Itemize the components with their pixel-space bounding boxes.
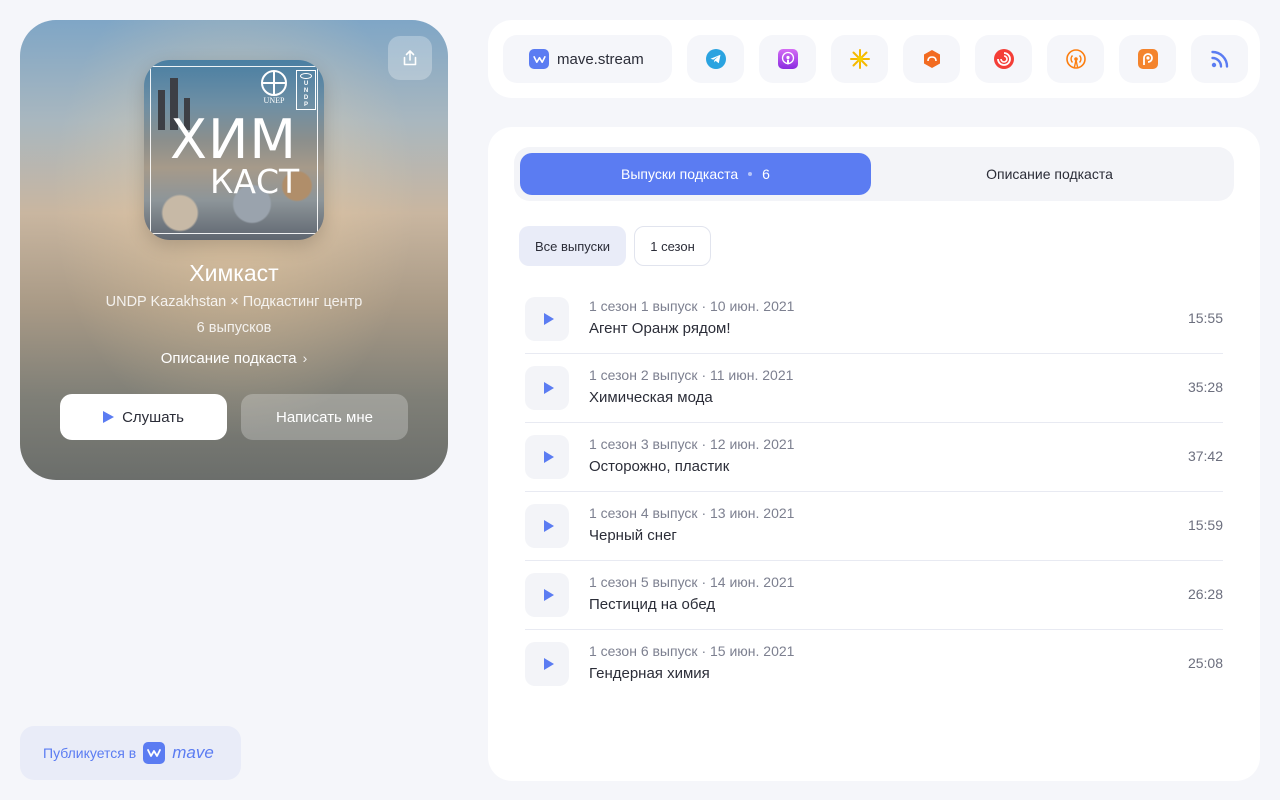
pocket-casts-icon (993, 49, 1014, 69)
episode-meta: 1 сезон 5 выпуск · 14 июн. 2021 (589, 574, 795, 590)
cover-title-line2: КАСТ (210, 162, 300, 201)
episode-duration: 15:59 (1187, 517, 1223, 533)
episode-play-button[interactable] (525, 366, 569, 410)
write-me-button-label: Написать мне (276, 408, 373, 426)
soundstream-icon (923, 50, 940, 68)
description-link-label: Описание подкаста (160, 350, 297, 367)
podcast-title: Химкаст (189, 260, 279, 286)
yandex-music-icon (849, 49, 870, 69)
episode-play-button[interactable] (525, 297, 569, 341)
episode-title: Гендерная химия (589, 665, 710, 682)
listen-button-label: Слушать (122, 408, 184, 426)
overcast-icon (1065, 49, 1086, 69)
published-in-mave-badge[interactable]: Публикуется в mave (20, 726, 241, 780)
share-button[interactable] (388, 36, 432, 80)
episode-play-button[interactable] (525, 573, 569, 617)
pocket-casts-link[interactable] (975, 35, 1032, 83)
play-icon (103, 411, 115, 423)
tab-description-label: Описание подкаста (986, 166, 1113, 182)
episode-play-button[interactable] (525, 435, 569, 479)
play-icon (543, 589, 554, 601)
separator-dot (748, 172, 753, 176)
mave-brand-text: mave (172, 743, 214, 762)
episode-meta: 1 сезон 3 выпуск · 12 июн. 2021 (589, 436, 795, 452)
podcast-cover: UNEP U N D P ХИМ КАСТ (144, 60, 324, 240)
tab-episodes-count: 6 (762, 166, 770, 182)
overcast-link[interactable] (1047, 35, 1104, 83)
play-icon (543, 382, 554, 394)
podcast-addict-icon (1137, 49, 1158, 69)
write-me-button[interactable]: Написать мне (241, 394, 408, 440)
podcast-addict-link[interactable] (1119, 35, 1176, 83)
chevron-right-icon: › (302, 350, 308, 366)
episode-row[interactable]: 1 сезон 1 выпуск · 10 июн. 2021 Агент Ор… (525, 285, 1223, 354)
telegram-icon (705, 49, 726, 69)
episode-row[interactable]: 1 сезон 6 выпуск · 15 июн. 2021 Гендерна… (525, 630, 1223, 699)
filter-season-1[interactable]: 1 сезон (634, 226, 711, 266)
tab-episodes-label: Выпуски подкаста (621, 166, 739, 182)
episode-title: Черный снег (589, 527, 677, 544)
episode-play-button[interactable] (525, 642, 569, 686)
telegram-link[interactable] (687, 35, 744, 83)
episode-duration: 26:28 (1187, 586, 1223, 602)
mave-stream-link[interactable]: mave.stream (503, 35, 672, 83)
panel-tabs: Выпуски подкаста 6 Описание подкаста (514, 147, 1234, 201)
mave-logo-icon (143, 742, 166, 764)
episode-title: Пестицид на обед (589, 596, 716, 613)
episode-duration: 15:55 (1187, 310, 1223, 326)
filter-all-episodes[interactable]: Все выпуски (519, 226, 626, 266)
episode-row[interactable]: 1 сезон 5 выпуск · 14 июн. 2021 Пестицид… (525, 561, 1223, 630)
episode-meta: 1 сезон 2 выпуск · 11 июн. 2021 (589, 367, 794, 383)
episode-row[interactable]: 1 сезон 3 выпуск · 12 июн. 2021 Осторожн… (525, 423, 1223, 492)
episode-duration: 25:08 (1187, 655, 1223, 671)
podcast-card: UNEP U N D P ХИМ КАСТ Химкаст UNDP Kazak… (20, 20, 448, 480)
undp-logo: U N D P (296, 70, 316, 110)
rss-icon (1210, 50, 1228, 68)
episode-row[interactable]: 1 сезон 2 выпуск · 11 июн. 2021 Химическ… (525, 354, 1223, 423)
episode-list: 1 сезон 1 выпуск · 10 июн. 2021 Агент Ор… (525, 285, 1223, 699)
play-icon (543, 451, 554, 463)
episode-count: 6 выпусков (196, 320, 272, 336)
tab-episodes[interactable]: Выпуски подкаста 6 (520, 153, 871, 195)
tab-description[interactable]: Описание подкаста (871, 153, 1228, 195)
episode-meta: 1 сезон 6 выпуск · 15 июн. 2021 (589, 643, 795, 659)
episode-row[interactable]: 1 сезон 4 выпуск · 13 июн. 2021 Черный с… (525, 492, 1223, 561)
apple-podcasts-link[interactable] (759, 35, 816, 83)
episode-meta: 1 сезон 4 выпуск · 13 июн. 2021 (589, 505, 795, 521)
episode-duration: 37:42 (1187, 448, 1223, 464)
rss-link[interactable] (1191, 35, 1248, 83)
episode-title: Агент Оранж рядом! (589, 320, 731, 337)
listen-button[interactable]: Слушать (60, 394, 227, 440)
share-icon (403, 50, 417, 66)
apple-podcasts-icon (777, 49, 798, 69)
cover-title-line1: ХИМ (170, 108, 297, 171)
soundstream-link[interactable] (903, 35, 960, 83)
podcast-author: UNDP Kazakhstan × Подкастинг центр (105, 294, 363, 310)
mave-logo-icon (529, 49, 549, 69)
episode-duration: 35:28 (1187, 379, 1223, 395)
episodes-panel: Выпуски подкаста 6 Описание подкаста Все… (488, 127, 1260, 781)
episode-meta: 1 сезон 1 выпуск · 10 июн. 2021 (589, 298, 795, 314)
mave-stream-label: mave.stream (557, 50, 644, 68)
play-icon (543, 313, 554, 325)
description-link[interactable]: Описание подкаста › (20, 350, 448, 367)
episode-title: Осторожно, пластик (589, 458, 730, 475)
episode-title: Химическая мода (589, 389, 713, 406)
unep-logo: UNEP (258, 70, 290, 108)
platforms-bar: mave.stream (488, 20, 1260, 98)
yandex-music-link[interactable] (831, 35, 888, 83)
play-icon (543, 520, 554, 532)
published-label: Публикуется в (43, 745, 137, 761)
play-icon (543, 658, 554, 670)
episode-play-button[interactable] (525, 504, 569, 548)
